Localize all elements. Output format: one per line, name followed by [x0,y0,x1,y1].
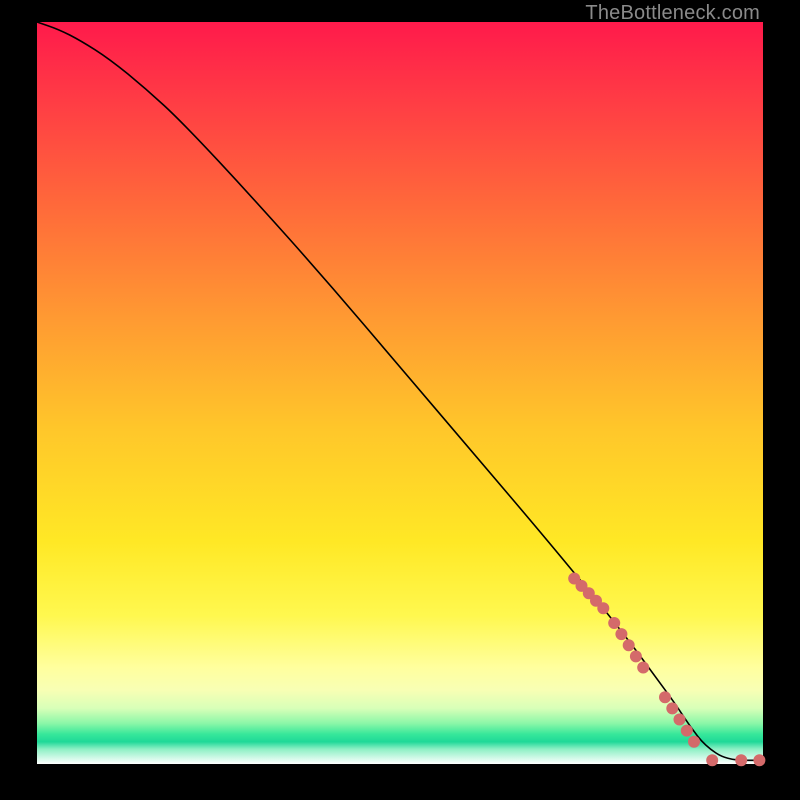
marker-point [637,662,649,674]
marker-point [681,725,693,737]
marker-point [674,714,686,726]
marker-point [615,628,627,640]
marker-point [688,736,700,748]
marker-point [666,702,678,714]
marker-point [597,602,609,614]
marker-point [753,754,765,766]
marker-point [608,617,620,629]
marker-point [623,639,635,651]
chart-svg [37,22,763,764]
bottleneck-curve [37,22,763,760]
marker-point [659,691,671,703]
marker-point [630,650,642,662]
marker-point [735,754,747,766]
chart-stage: TheBottleneck.com [0,0,800,800]
marker-point [706,754,718,766]
plot-area [37,22,763,764]
curve-markers [568,573,765,767]
